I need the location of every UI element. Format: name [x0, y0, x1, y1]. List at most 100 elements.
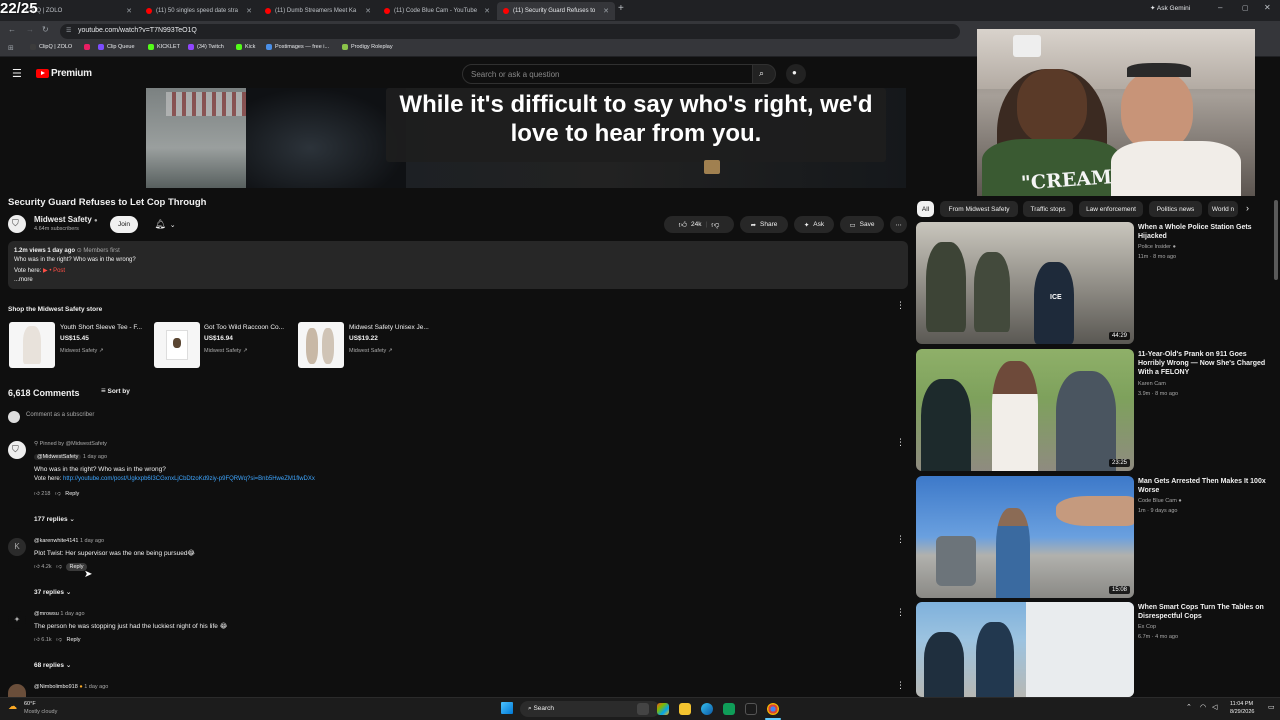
- reply-button[interactable]: Reply: [65, 491, 79, 497]
- ask-button[interactable]: ✦ Ask: [794, 216, 834, 233]
- share-button[interactable]: ➦ Share: [740, 216, 788, 233]
- browser-tab[interactable]: (11) Code Blue Cam - YouTube ✕: [378, 2, 496, 20]
- store-more-icon[interactable]: ⋮: [896, 301, 905, 310]
- comment-author[interactable]: @mrowsu 1 day ago: [34, 611, 85, 617]
- windows-start-icon[interactable]: [501, 702, 513, 714]
- more-actions-button[interactable]: ⋯: [890, 216, 907, 233]
- comment-author[interactable]: @karenwhite4141 1 day ago: [34, 538, 104, 544]
- close-tab-icon[interactable]: ✕: [361, 7, 371, 15]
- notifications-icon[interactable]: ▭: [1268, 703, 1275, 711]
- store-product[interactable]: Midwest Safety Unisex Je... US$19.22 Mid…: [298, 322, 448, 370]
- comment-avatar[interactable]: [8, 684, 26, 697]
- bookmark-item[interactable]: Clip Queue: [98, 44, 135, 50]
- forward-icon[interactable]: →: [26, 25, 34, 34]
- minimize-icon[interactable]: –: [1218, 3, 1222, 12]
- like-count[interactable]: 24k: [691, 221, 701, 228]
- file-explorer-icon[interactable]: [679, 703, 691, 715]
- comment-more-icon[interactable]: ⋮: [896, 681, 905, 690]
- copilot-icon[interactable]: [657, 703, 669, 715]
- related-channel[interactable]: Code Blue Cam ●: [1138, 498, 1182, 504]
- wifi-icon[interactable]: ◠: [1200, 703, 1206, 711]
- chip-law-enforcement[interactable]: Law enforcement: [1079, 201, 1143, 217]
- url-input[interactable]: ☰ youtube.com/watch?v=T7N993TeO1Q: [60, 24, 960, 39]
- browser-tab-active[interactable]: (11) Security Guard Refuses to ✕: [497, 2, 615, 20]
- thumbs-down-icon[interactable]: 👎︎: [55, 491, 61, 497]
- thumbs-up-icon[interactable]: 👍︎: [34, 564, 40, 570]
- comment-more-icon[interactable]: ⋮: [896, 438, 905, 447]
- close-window-icon[interactable]: ✕: [1264, 3, 1271, 12]
- chevron-right-icon[interactable]: ›: [1246, 203, 1249, 213]
- store-product[interactable]: Got Too Wild Raccoon Co... US$16.94 Midw…: [154, 322, 294, 370]
- related-channel[interactable]: Karen Cam: [1138, 381, 1166, 387]
- vote-link[interactable]: http://youtube.com/post/Ugkxpb6I3CGxnxLj…: [63, 476, 315, 482]
- related-title[interactable]: When Smart Cops Turn The Tables on Disre…: [1138, 603, 1268, 621]
- chip-world-news[interactable]: World n: [1208, 201, 1238, 217]
- replies-toggle[interactable]: 37 replies ⌄: [34, 588, 71, 596]
- close-tab-icon[interactable]: ✕: [480, 7, 490, 15]
- youtube-logo[interactable]: Premium: [36, 68, 92, 79]
- chip-politics-news[interactable]: Politics news: [1149, 201, 1202, 217]
- thumbs-up-icon[interactable]: 👍︎: [34, 491, 40, 497]
- replies-toggle[interactable]: 177 replies ⌄: [34, 515, 75, 523]
- chip-all[interactable]: All: [917, 201, 934, 217]
- store-product[interactable]: Youth Short Sleeve Tee - F... US$15.45 M…: [9, 322, 149, 370]
- page-scrollbar[interactable]: [1274, 200, 1278, 280]
- related-title[interactable]: Man Gets Arrested Then Makes It 100x Wor…: [1138, 477, 1268, 495]
- add-comment-input[interactable]: Comment as a subscriber: [26, 412, 94, 418]
- close-tab-icon[interactable]: ✕: [242, 7, 252, 15]
- thumbs-down-icon[interactable]: 👎︎: [56, 637, 62, 643]
- clock-time[interactable]: 11:04 PM: [1230, 701, 1253, 707]
- tray-chevron-icon[interactable]: ⌃: [1186, 703, 1192, 711]
- related-title[interactable]: When a Whole Police Station Gets Hijacke…: [1138, 223, 1268, 241]
- related-title[interactable]: 11-Year-Old's Prank on 911 Goes Horribly…: [1138, 350, 1268, 377]
- save-button[interactable]: ▭ Save: [840, 216, 884, 233]
- browser-tab[interactable]: (11) 50 singles speed date stra ✕: [140, 2, 258, 20]
- bookmark-item[interactable]: Kick: [236, 44, 255, 50]
- voice-search-button[interactable]: ●: [786, 64, 806, 84]
- reply-button[interactable]: Reply: [66, 637, 80, 643]
- task-view-icon[interactable]: [637, 703, 649, 715]
- bookmark-item[interactable]: KICKLET: [148, 44, 180, 50]
- description-box[interactable]: 1.2m views 1 day ago ⊙ Members first Who…: [8, 241, 908, 289]
- comment-avatar[interactable]: ⛉: [8, 441, 26, 459]
- sort-by-button[interactable]: ≡ Sort by: [101, 386, 130, 395]
- bookmark-item[interactable]: [84, 44, 93, 50]
- bookmark-item[interactable]: (34) Twitch: [188, 44, 224, 50]
- comment-author[interactable]: @MidwestSafety 1 day ago: [34, 454, 107, 460]
- edge-icon[interactable]: [701, 703, 713, 715]
- search-button[interactable]: ⌕: [752, 64, 776, 84]
- more-link[interactable]: ...more: [14, 277, 33, 283]
- comment-avatar[interactable]: K: [8, 538, 26, 556]
- thumbs-up-icon[interactable]: 👍︎: [679, 220, 687, 230]
- thumbs-down-icon[interactable]: 👎︎: [56, 564, 62, 570]
- search-input[interactable]: Search or ask a question: [462, 64, 754, 84]
- volume-icon[interactable]: ◁: [1212, 703, 1217, 711]
- ask-gemini-button[interactable]: ✦ Ask Gemini: [1150, 4, 1190, 12]
- comment-more-icon[interactable]: ⋮: [896, 535, 905, 544]
- notifications-button[interactable]: 🔔︎ ⌄: [146, 216, 184, 233]
- app-icon[interactable]: [745, 703, 757, 715]
- related-channel[interactable]: Ex Cop: [1138, 624, 1156, 630]
- related-thumbnail[interactable]: [916, 602, 1134, 697]
- chip-traffic-stops[interactable]: Traffic stops: [1023, 201, 1073, 217]
- browser-tab[interactable]: (11) Dumb Streamers Meet Ka ✕: [259, 2, 377, 20]
- comment-author[interactable]: @Nimbolimbo918 ● 1 day ago: [34, 684, 108, 690]
- related-thumbnail[interactable]: 15:08: [916, 476, 1134, 598]
- site-info-icon[interactable]: ☰: [66, 27, 71, 34]
- related-channel[interactable]: Police Insider ●: [1138, 244, 1176, 250]
- bookmark-item[interactable]: Prodigy Roleplay: [342, 44, 393, 50]
- menu-icon[interactable]: ☰: [12, 67, 22, 80]
- video-player[interactable]: While it's difficult to say who's right,…: [146, 88, 906, 188]
- post-link[interactable]: ▶ • Post: [43, 268, 65, 274]
- replies-toggle[interactable]: 68 replies ⌄: [34, 661, 71, 669]
- comment-avatar[interactable]: ✦: [8, 611, 26, 629]
- new-tab-button[interactable]: +: [618, 3, 624, 14]
- comment-more-icon[interactable]: ⋮: [896, 608, 905, 617]
- close-tab-icon[interactable]: ✕: [122, 7, 132, 15]
- chrome-icon[interactable]: [767, 703, 779, 715]
- bookmark-item[interactable]: ClipQ | ZOLO: [30, 44, 72, 50]
- weather-temp[interactable]: 60°F: [24, 701, 36, 707]
- chip-from-channel[interactable]: From Midwest Safety: [940, 201, 1018, 217]
- bookmark-item[interactable]: Postimages — free i...: [266, 44, 329, 50]
- close-tab-icon[interactable]: ✕: [599, 7, 609, 15]
